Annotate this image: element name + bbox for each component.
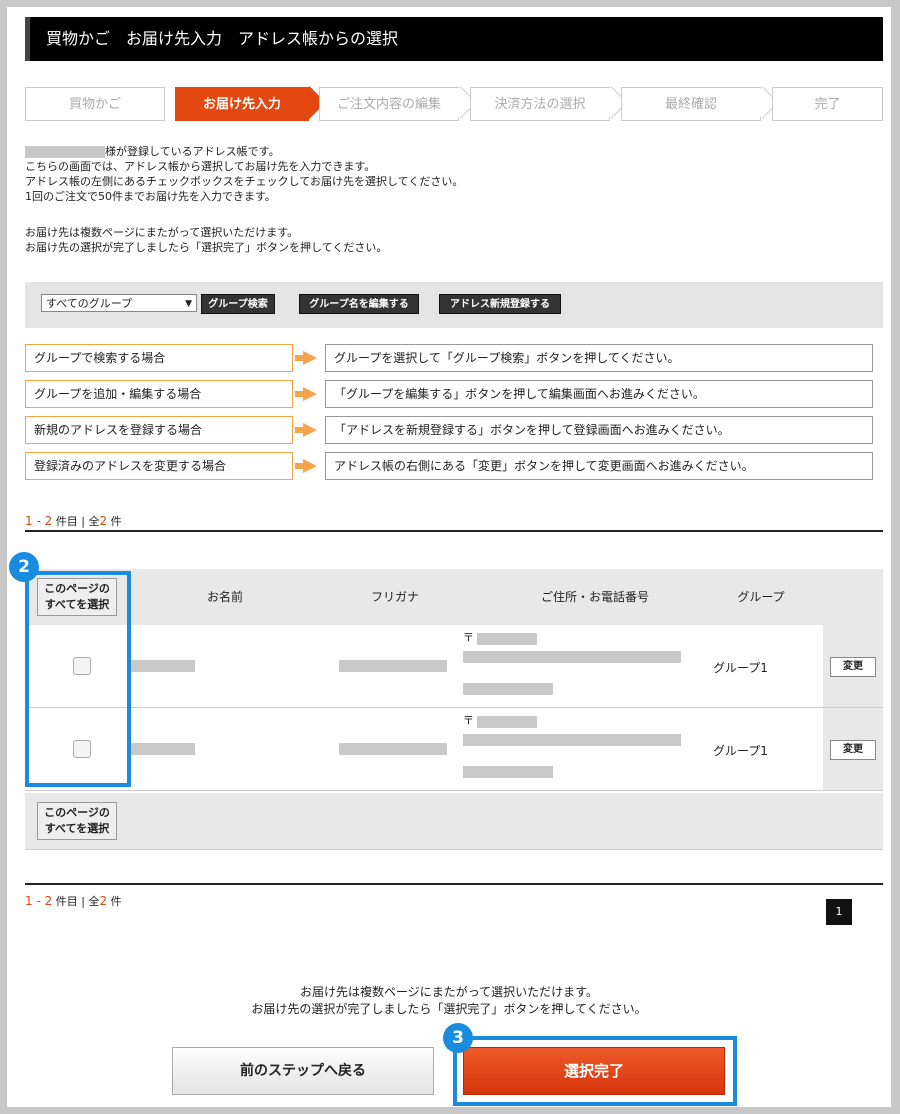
intro-line: お届け先は複数ページにまたがって選択いただけます。 <box>25 226 299 239</box>
col-group: グループ <box>737 590 785 604</box>
intro-line: お届け先の選択が完了しましたら「選択完了」ボタンを押してください。 <box>25 241 388 254</box>
guide-action: 「アドレスを新規登録する」ボタンを押して登録画面へお進みください。 <box>325 416 873 444</box>
table-row: 〒 グループ1 変更 <box>25 708 883 791</box>
intro-line: こちらの画面では、アドレス帳から選択してお届け先を入力できます。 <box>25 160 376 173</box>
count-sep: | <box>81 895 85 908</box>
redacted-name <box>25 146 105 158</box>
redacted-phone <box>463 766 553 778</box>
step-edit-order: ご注文内容の編集 <box>319 87 459 121</box>
col-name: お名前 <box>206 590 243 604</box>
col-address: ご住所・お電話番号 <box>540 590 649 604</box>
divider <box>25 883 883 885</box>
annotation-badge: 2 <box>9 552 39 582</box>
redacted-kana <box>339 743 447 755</box>
count-range: 1 - 2 <box>25 514 53 528</box>
postal-mark: 〒 <box>463 631 474 644</box>
redacted-name <box>131 660 195 672</box>
result-count: 1 - 2 件目 | 全2 件 <box>25 513 122 529</box>
arrow-icon <box>303 459 317 473</box>
step-complete: 完了 <box>772 87 883 121</box>
annotation-badge: 3 <box>443 1023 473 1053</box>
progress-steps: 買物かご お届け先入力 ご注文内容の編集 決済方法の選択 最終確認 完了 <box>25 86 883 121</box>
annotation-highlight <box>25 571 131 787</box>
page-number-button[interactable]: 1 <box>826 899 852 925</box>
count-label: 件 <box>110 895 122 908</box>
count-total: 2 <box>99 514 108 528</box>
edit-cell: 変更 <box>823 708 883 790</box>
chevron-down-icon: ▼ <box>185 299 192 309</box>
selection-complete-button[interactable]: 選択完了 <box>463 1047 725 1095</box>
step-cart: 買物かご <box>25 87 165 121</box>
guide-action: グループを選択して「グループ検索」ボタンを押してください。 <box>325 344 873 372</box>
intro-text-2: お届け先は複数ページにまたがって選択いただけます。 お届け先の選択が完了しました… <box>25 225 387 255</box>
guide-case: グループを追加・編集する場合 <box>25 380 293 408</box>
row-group: グループ1 <box>713 744 768 758</box>
redacted-address <box>463 651 681 663</box>
guide-row: グループを追加・編集する場合 「グループを編集する」ボタンを押して編集画面へお進… <box>25 380 883 408</box>
edit-group-button[interactable]: グループ名を編集する <box>299 294 419 314</box>
new-address-button[interactable]: アドレス新規登録する <box>439 294 561 314</box>
postal-mark: 〒 <box>463 714 474 727</box>
intro-text: 様が登録しているアドレス帳です。 こちらの画面では、アドレス帳から選択してお届け… <box>25 144 463 204</box>
group-select[interactable]: すべてのグループ ▼ <box>41 294 197 312</box>
page-title: 買物かご お届け先入力 アドレス帳からの選択 <box>25 17 883 61</box>
table-footer: このページの すべてを選択 <box>25 793 883 850</box>
table-header: このページの すべてを選択 お名前 フリガナ ご住所・お電話番号 グループ <box>25 569 883 625</box>
step-confirm: 最終確認 <box>621 87 761 121</box>
guide-case: 登録済みのアドレスを変更する場合 <box>25 452 293 480</box>
step-delivery: お届け先入力 <box>175 87 309 121</box>
select-all-button[interactable]: このページの すべてを選択 <box>37 802 117 840</box>
redacted-address <box>463 734 681 746</box>
intro-line: 1回のご注文で50件までお届け先を入力できます。 <box>25 190 276 203</box>
group-select-value: すべてのグループ <box>46 297 133 310</box>
count-range: 1 - 2 <box>25 894 53 908</box>
edit-button[interactable]: 変更 <box>830 740 876 760</box>
redacted-phone <box>463 683 553 695</box>
back-button[interactable]: 前のステップへ戻る <box>172 1047 434 1095</box>
col-kana: フリガナ <box>370 590 419 604</box>
step-payment: 決済方法の選択 <box>470 87 610 121</box>
count-label: 全 <box>88 895 100 908</box>
redacted-postal <box>477 633 537 645</box>
bottom-note: お届け先の選択が完了しましたら「選択完了」ボタンを押してください。 <box>251 1002 647 1016</box>
arrow-icon <box>303 423 317 437</box>
select-all-label: すべてを選択 <box>44 822 110 835</box>
table-row: 〒 グループ1 変更 <box>25 625 883 708</box>
page: 買物かご お届け先入力 アドレス帳からの選択 買物かご お届け先入力 ご注文内容… <box>7 7 891 1107</box>
guide-row: グループで検索する場合 グループを選択して「グループ検索」ボタンを押してください… <box>25 344 883 372</box>
arrow-icon <box>303 387 317 401</box>
count-label: 件目 <box>55 895 78 908</box>
row-group: グループ1 <box>713 661 768 675</box>
count-sep: | <box>81 515 85 528</box>
edit-button[interactable]: 変更 <box>830 657 876 677</box>
result-count: 1 - 2 件目 | 全2 件 <box>25 893 122 909</box>
bottom-note: お届け先は複数ページにまたがって選択いただけます。 <box>300 985 598 999</box>
redacted-postal <box>477 716 537 728</box>
intro-line: アドレス帳の左側にあるチェックボックスをチェックしてお届け先を選択してください。 <box>25 175 464 188</box>
guide-case: グループで検索する場合 <box>25 344 293 372</box>
count-label: 件 <box>110 515 122 528</box>
guide-case: 新規のアドレスを登録する場合 <box>25 416 293 444</box>
count-label: 全 <box>88 515 100 528</box>
redacted-kana <box>339 660 447 672</box>
divider <box>25 530 883 532</box>
guide-action: 「グループを編集する」ボタンを押して編集画面へお進みください。 <box>325 380 873 408</box>
arrow-icon <box>303 351 317 365</box>
group-toolbar: すべてのグループ ▼ グループ検索 グループ名を編集する アドレス新規登録する <box>25 282 883 328</box>
edit-cell: 変更 <box>823 625 883 707</box>
group-search-button[interactable]: グループ検索 <box>201 294 275 314</box>
guide-action: アドレス帳の右側にある「変更」ボタンを押して変更画面へお進みください。 <box>325 452 873 480</box>
count-label: 件目 <box>55 515 78 528</box>
guide-row: 登録済みのアドレスを変更する場合 アドレス帳の右側にある「変更」ボタンを押して変… <box>25 452 883 480</box>
guide-row: 新規のアドレスを登録する場合 「アドレスを新規登録する」ボタンを押して登録画面へ… <box>25 416 883 444</box>
count-total: 2 <box>99 894 108 908</box>
intro-line: 様が登録しているアドレス帳です。 <box>105 145 280 158</box>
redacted-name <box>131 743 195 755</box>
select-all-label: このページの <box>44 806 110 819</box>
